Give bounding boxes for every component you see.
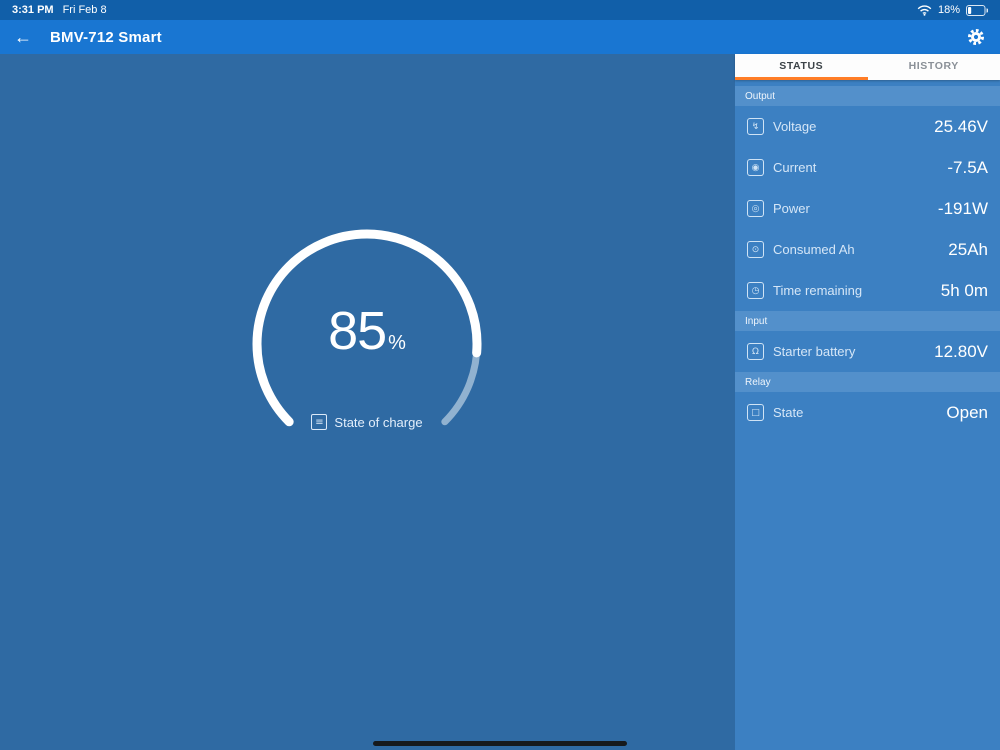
battery-icon <box>966 4 988 16</box>
home-indicator[interactable] <box>373 741 627 746</box>
row-voltage[interactable]: ↯ Voltage 25.46V <box>735 106 1000 147</box>
row-value: 25Ah <box>948 239 988 259</box>
wifi-icon <box>917 4 932 16</box>
gauge-arc-value <box>252 229 482 427</box>
row-label: Voltage <box>773 119 817 134</box>
panel-tabbar: STATUS HISTORY <box>735 54 1000 80</box>
current-icon: ◉ <box>747 159 764 176</box>
ios-status-bar: 3:31 PM Fri Feb 8 18% <box>0 0 1000 20</box>
row-label: Consumed Ah <box>773 242 855 257</box>
row-label: Time remaining <box>773 283 863 298</box>
status-time: 3:31 PM <box>12 4 54 16</box>
row-value: -191W <box>937 198 988 218</box>
gauge-caption-label: State of charge <box>334 414 423 430</box>
state-of-charge-icon: ≡ <box>311 414 328 430</box>
row-consumed-ah[interactable]: ⊙ Consumed Ah 25Ah <box>735 229 1000 270</box>
state-of-charge-gauge: 85 % ≡ State of charge <box>237 214 497 474</box>
row-time-remaining[interactable]: ◷ Time remaining 5h 0m <box>735 270 1000 311</box>
row-starter-battery[interactable]: Ω Starter battery 12.80V <box>735 331 1000 372</box>
section-header-output: Output <box>735 86 1000 106</box>
page-title: BMV-712 Smart <box>50 28 162 46</box>
back-button[interactable]: ← <box>14 28 38 46</box>
panel-sections: Output ↯ Voltage 25.46V ◉ Current -7.5A ◎ Power -… <box>735 86 1000 433</box>
power-icon: ◎ <box>747 200 764 217</box>
tab-status[interactable]: STATUS <box>735 54 868 80</box>
row-label: Starter battery <box>773 344 856 359</box>
voltage-icon: ↯ <box>747 118 764 135</box>
consumed-ah-icon: ⊙ <box>747 241 764 258</box>
row-value: 25.46V <box>934 116 988 136</box>
time-remaining-icon: ◷ <box>747 282 764 299</box>
row-value: Open <box>946 402 988 422</box>
row-value: 12.80V <box>934 341 988 361</box>
row-power[interactable]: ◎ Power -191W <box>735 188 1000 229</box>
status-panel: STATUS HISTORY Output ↯ Voltage 25.46V ◉ Curr… <box>735 54 1000 750</box>
row-label: State <box>773 405 804 420</box>
battery-percent: 18% <box>937 4 960 16</box>
row-value: 5h 0m <box>940 280 988 300</box>
status-date: Fri Feb 8 <box>62 4 107 16</box>
row-label: Current <box>773 160 817 175</box>
relay-state-icon: □ <box>747 404 764 421</box>
section-header-relay: Relay <box>735 372 1000 392</box>
main-content: 85 % ≡ State of charge <box>0 54 735 750</box>
tab-history[interactable]: HISTORY <box>868 54 1000 80</box>
row-label: Power <box>773 201 810 216</box>
app-header: ← BMV-712 Smart <box>0 20 1000 54</box>
row-current[interactable]: ◉ Current -7.5A <box>735 147 1000 188</box>
starter-battery-icon: Ω <box>747 343 764 360</box>
row-relay-state[interactable]: □ State Open <box>735 392 1000 433</box>
settings-gear-icon[interactable] <box>966 27 986 47</box>
row-value: -7.5A <box>947 157 988 177</box>
section-header-input: Input <box>735 311 1000 331</box>
